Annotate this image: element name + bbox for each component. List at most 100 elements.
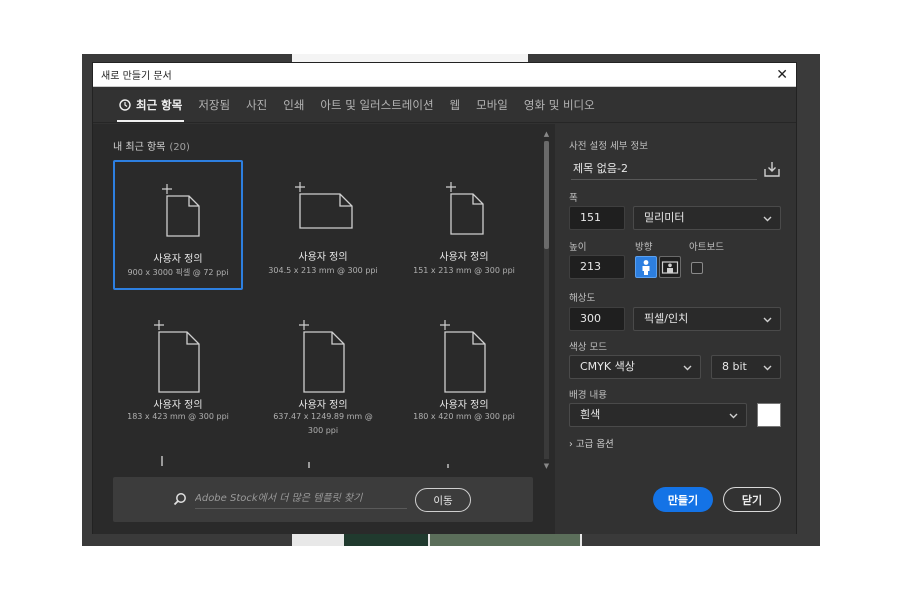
landscape-person-icon (661, 261, 679, 274)
background-photo-strip (292, 532, 582, 546)
resolution-unit-select[interactable]: 픽셀/인치 (633, 307, 781, 331)
tab-label: 아트 및 일러스트레이션 (320, 97, 434, 112)
recent-label: 내 최근 항목 (113, 142, 166, 153)
document-name-input[interactable]: 제목 없음-2 (571, 158, 757, 180)
chevron-down-icon (763, 216, 772, 222)
document-icon (295, 182, 353, 229)
tab-art-illustration[interactable]: 아트 및 일러스트레이션 (314, 87, 439, 122)
stock-search-input[interactable] (195, 489, 407, 509)
background-document-strip (292, 54, 528, 62)
tab-label: 최근 항목 (136, 97, 183, 112)
tab-label: 웹 (449, 97, 461, 112)
width-unit-select[interactable]: 밀리미터 (633, 206, 781, 230)
search-icon (173, 493, 186, 506)
orientation-label: 방향 (635, 242, 653, 253)
preset-card-partial (161, 456, 163, 466)
background-color-swatch[interactable] (757, 403, 781, 427)
preset-card-partial (308, 462, 310, 468)
tab-label: 영화 및 비디오 (523, 97, 595, 112)
width-unit-value: 밀리미터 (644, 211, 685, 224)
screen: 새로 만들기 문서 ✕ 최근 항목 저장됨 사진 인쇄 아트 및 일러스트레이션… (0, 0, 900, 600)
artboard-checkbox[interactable] (691, 262, 703, 274)
preset-name: 사용자 정의 (153, 254, 203, 265)
preset-name: 사용자 정의 (439, 252, 489, 263)
tab-photo[interactable]: 사진 (240, 87, 273, 122)
preset-card[interactable]: 사용자 정의 151 x 213 mm @ 300 ppi (399, 160, 529, 290)
category-tabs: 최근 항목 저장됨 사진 인쇄 아트 및 일러스트레이션 웹 모바일 영화 및 … (93, 87, 796, 123)
preset-card[interactable]: 사용자 정의 637.47 x 1249.89 mm @ 300 ppi (258, 300, 388, 435)
close-button[interactable]: 닫기 (723, 487, 781, 512)
background-select[interactable]: 흰색 (569, 403, 747, 427)
height-label: 높이 (569, 242, 587, 253)
bit-depth-select[interactable]: 8 bit (711, 355, 781, 379)
document-icon (446, 182, 484, 235)
tab-label: 사진 (246, 97, 268, 112)
tab-saved[interactable]: 저장됨 (192, 87, 236, 122)
document-icon (299, 320, 345, 393)
chevron-down-icon (763, 317, 772, 323)
landscape-orientation-button[interactable] (659, 256, 681, 278)
preset-card[interactable]: 사용자 정의 900 x 3000 픽셀 @ 72 ppi (113, 160, 243, 290)
resolution-unit-value: 픽셀/인치 (644, 312, 689, 325)
tab-film-video[interactable]: 영화 및 비디오 (518, 87, 601, 122)
preset-dims: 900 x 3000 픽셀 @ 72 ppi (127, 268, 229, 277)
height-input[interactable]: 213 (569, 255, 625, 279)
tab-mobile[interactable]: 모바일 (470, 87, 514, 122)
preset-dims: 180 x 420 mm @ 300 ppi (413, 412, 515, 421)
document-icon (440, 320, 486, 393)
preset-card-partial (447, 464, 449, 468)
new-document-dialog: 새로 만들기 문서 ✕ 최근 항목 저장됨 사진 인쇄 아트 및 일러스트레이션… (92, 62, 797, 534)
preset-name: 사용자 정의 (298, 252, 348, 263)
artboard-label: 아트보드 (689, 242, 724, 253)
document-icon (162, 184, 200, 237)
advanced-options-toggle[interactable]: › 고급 옵션 (569, 436, 614, 450)
color-mode-select[interactable]: CMYK 색상 (569, 355, 701, 379)
resolution-input[interactable]: 300 (569, 307, 625, 331)
chevron-down-icon (763, 365, 772, 371)
background-label: 배경 내용 (569, 390, 607, 401)
document-icon (154, 320, 200, 393)
preset-details-header: 사전 설정 세부 정보 (569, 141, 648, 152)
preset-dims: 637.47 x 1249.89 mm @ 300 ppi (273, 412, 373, 435)
scroll-thumb[interactable] (544, 141, 549, 249)
tab-label: 저장됨 (198, 97, 231, 112)
resolution-label: 해상도 (569, 293, 596, 304)
preset-details-panel: 사전 설정 세부 정보 제목 없음-2 폭 151 밀리미터 높이 방향 아트보… (555, 124, 796, 534)
scroll-down-icon[interactable]: ▼ (541, 461, 552, 471)
stock-go-button[interactable]: 이동 (415, 488, 471, 512)
background-photo-1 (344, 532, 428, 546)
preset-card[interactable]: 사용자 정의 304.5 x 213 mm @ 300 ppi (258, 160, 388, 290)
clock-icon (119, 98, 131, 111)
background-value: 흰색 (580, 408, 601, 421)
portrait-person-icon (642, 260, 650, 275)
preset-dims: 151 x 213 mm @ 300 ppi (413, 266, 515, 275)
color-mode-label: 색상 모드 (569, 342, 607, 353)
recent-section-label: 내 최근 항목 (20) (113, 138, 190, 153)
save-preset-icon[interactable] (763, 160, 781, 178)
color-mode-value: CMYK 색상 (580, 360, 635, 373)
width-input[interactable]: 151 (569, 206, 625, 230)
portrait-orientation-button[interactable] (635, 256, 657, 278)
recent-panel: 내 최근 항목 (20) 사용자 정의 900 x 3000 픽셀 @ 72 pp… (93, 124, 555, 534)
create-button[interactable]: 만들기 (653, 487, 713, 512)
preset-name: 사용자 정의 (298, 400, 348, 411)
width-label: 폭 (569, 193, 578, 204)
stock-search-bar: 이동 (113, 477, 533, 522)
chevron-down-icon (683, 365, 692, 371)
preset-card[interactable]: 사용자 정의 180 x 420 mm @ 300 ppi (399, 300, 529, 430)
tab-recent[interactable]: 최근 항목 (113, 87, 188, 122)
bit-depth-value: 8 bit (722, 360, 747, 373)
chevron-down-icon (729, 413, 738, 419)
preset-card[interactable]: 사용자 정의 183 x 423 mm @ 300 ppi (113, 300, 243, 430)
recent-scrollbar[interactable]: ▲ ▼ (541, 129, 552, 471)
tab-web[interactable]: 웹 (444, 87, 467, 122)
preset-name: 사용자 정의 (439, 400, 489, 411)
dialog-title: 새로 만들기 문서 (101, 71, 172, 82)
preset-name: 사용자 정의 (153, 400, 203, 411)
tab-print[interactable]: 인쇄 (277, 87, 310, 122)
close-icon[interactable]: ✕ (776, 68, 788, 82)
recent-count: (20) (169, 142, 190, 153)
scroll-up-icon[interactable]: ▲ (541, 129, 552, 139)
preset-dims: 304.5 x 213 mm @ 300 ppi (268, 266, 378, 275)
tab-label: 모바일 (476, 97, 508, 112)
